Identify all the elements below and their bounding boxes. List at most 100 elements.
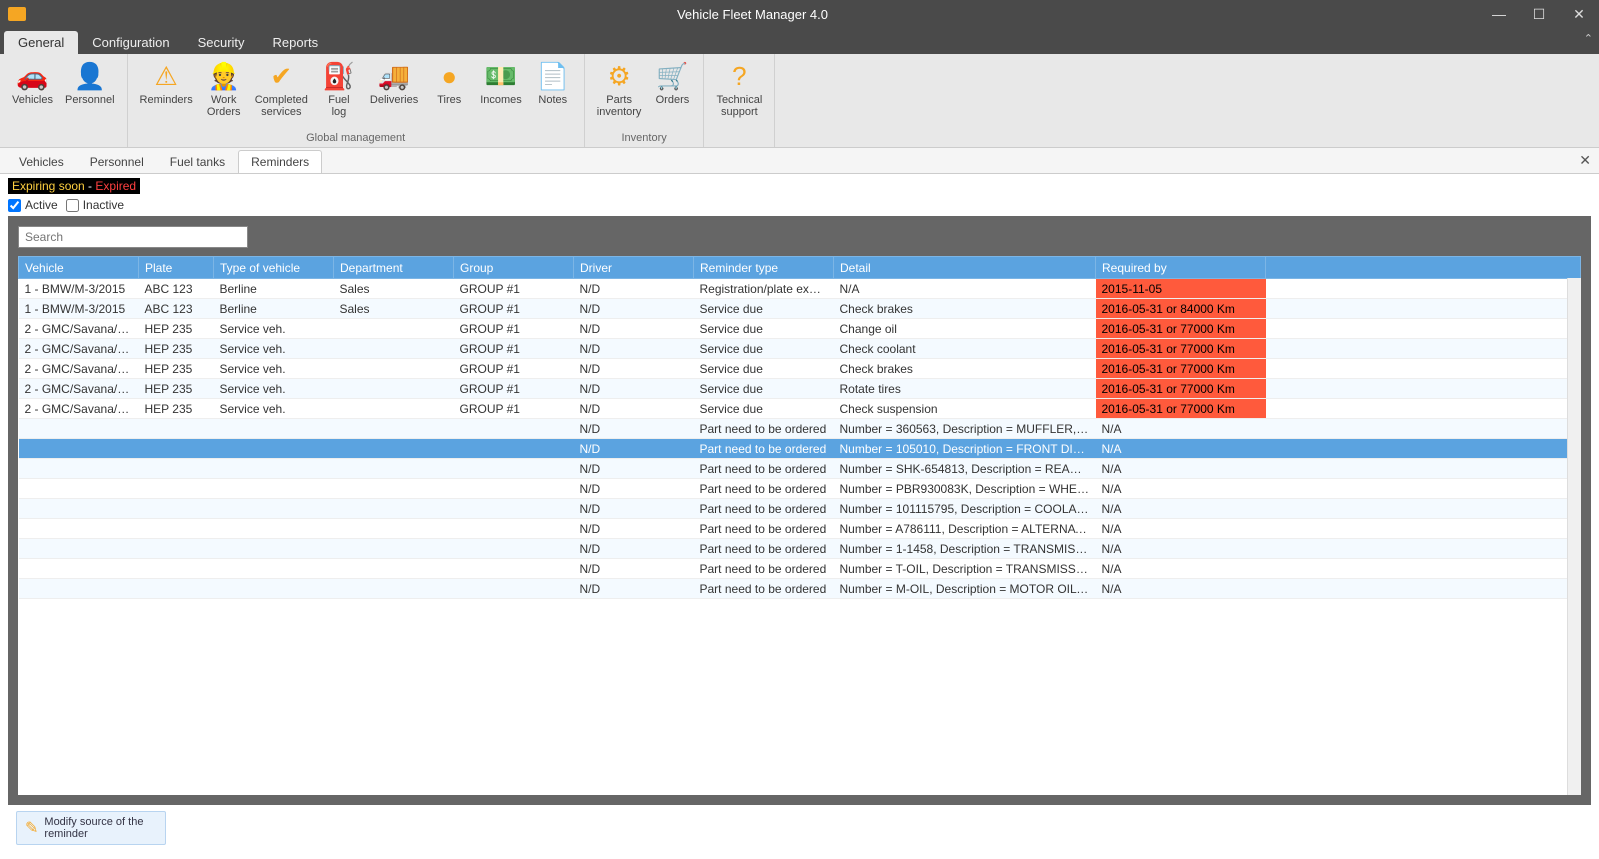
close-tab-icon[interactable]: ✕ — [1579, 152, 1591, 169]
ribbon-button-label: Vehicles — [12, 94, 53, 106]
table-row[interactable]: 2 - GMC/Savana/20...HEP 235Service veh.G… — [19, 339, 1581, 359]
column-header[interactable]: Department — [334, 257, 454, 279]
menu-tab-security[interactable]: Security — [184, 31, 259, 54]
table-row[interactable]: 2 - GMC/Savana/20...HEP 235Service veh.G… — [19, 319, 1581, 339]
cell — [214, 519, 334, 539]
menu-tab-general[interactable]: General — [4, 31, 78, 54]
ribbon-group: ?Technicalsupport — [704, 54, 775, 147]
cell: GROUP #1 — [454, 359, 574, 379]
inactive-label[interactable]: Inactive — [83, 198, 124, 212]
cell: GROUP #1 — [454, 319, 574, 339]
parts-inventory-button[interactable]: ⚙Partsinventory — [591, 58, 648, 130]
cell — [139, 479, 214, 499]
vertical-scrollbar[interactable] — [1567, 278, 1581, 795]
cell — [334, 519, 454, 539]
cell: Number = 105010, Description = FRONT DIS… — [834, 439, 1096, 459]
question-icon: ? — [723, 60, 755, 92]
table-row[interactable]: N/DPart need to be orderedNumber = 1-145… — [19, 539, 1581, 559]
cell: N/A — [1096, 579, 1266, 599]
table-row[interactable]: 2 - GMC/Savana/20...HEP 235Service veh.G… — [19, 379, 1581, 399]
cell: HEP 235 — [139, 399, 214, 419]
fuel-log-button[interactable]: ⛽Fuellog — [314, 58, 364, 130]
reminders-button[interactable]: ⚠Reminders — [134, 58, 199, 130]
window-title: Vehicle Fleet Manager 4.0 — [26, 7, 1479, 22]
table-row[interactable]: N/DPart need to be orderedNumber = T-OIL… — [19, 559, 1581, 579]
active-checkbox[interactable] — [8, 199, 21, 212]
menu-tab-configuration[interactable]: Configuration — [78, 31, 183, 54]
minimize-button[interactable]: — — [1479, 0, 1519, 28]
vehicles-button[interactable]: 🚗Vehicles — [6, 58, 59, 142]
cell: N/A — [1096, 479, 1266, 499]
cell: Berline — [214, 279, 334, 299]
tab-fuel-tanks[interactable]: Fuel tanks — [157, 150, 238, 173]
cell: N/D — [574, 499, 694, 519]
incomes-button[interactable]: 💵Incomes — [474, 58, 528, 130]
check-icon: ✔ — [265, 60, 297, 92]
cell: 2016-05-31 or 77000 Km — [1096, 399, 1266, 419]
inactive-checkbox[interactable] — [66, 199, 79, 212]
cell: N/A — [1096, 539, 1266, 559]
cell — [334, 539, 454, 559]
column-header[interactable]: Detail — [834, 257, 1096, 279]
tab-reminders[interactable]: Reminders — [238, 150, 322, 173]
cell: N/D — [574, 459, 694, 479]
ribbon-group: ⚠Reminders👷WorkOrders✔Completedservices⛽… — [128, 54, 585, 147]
table-row[interactable]: N/DPart need to be orderedNumber = 10501… — [19, 439, 1581, 459]
tires-button[interactable]: ●Tires — [424, 58, 474, 130]
cell: 2016-05-31 or 77000 Km — [1096, 339, 1266, 359]
column-header[interactable]: Driver — [574, 257, 694, 279]
cell — [334, 479, 454, 499]
cell: HEP 235 — [139, 319, 214, 339]
table-row[interactable]: 1 - BMW/M-3/2015ABC 123BerlineSalesGROUP… — [19, 279, 1581, 299]
completed-services-button[interactable]: ✔Completedservices — [249, 58, 314, 130]
table-row[interactable]: N/DPart need to be orderedNumber = SHK-6… — [19, 459, 1581, 479]
column-header[interactable]: Required by — [1096, 257, 1266, 279]
column-header[interactable]: Group — [454, 257, 574, 279]
column-header[interactable]: Reminder type — [694, 257, 834, 279]
column-header[interactable] — [1266, 257, 1581, 279]
cell: 2 - GMC/Savana/20... — [19, 379, 139, 399]
table-row[interactable]: 1 - BMW/M-3/2015ABC 123BerlineSalesGROUP… — [19, 299, 1581, 319]
ribbon-button-label: Completedservices — [255, 94, 308, 118]
app-icon — [8, 7, 26, 21]
column-header[interactable]: Type of vehicle — [214, 257, 334, 279]
close-button[interactable]: ✕ — [1559, 0, 1599, 28]
cell — [19, 419, 139, 439]
orders-button[interactable]: 🛒Orders — [647, 58, 697, 130]
cell — [19, 439, 139, 459]
cell — [1266, 439, 1581, 459]
modify-source-button[interactable]: ✎ Modify source of the reminder — [16, 811, 166, 845]
tab-personnel[interactable]: Personnel — [77, 150, 157, 173]
notes-button[interactable]: 📄Notes — [528, 58, 578, 130]
tab-vehicles[interactable]: Vehicles — [6, 150, 77, 173]
maximize-button[interactable]: ☐ — [1519, 0, 1559, 28]
cell: GROUP #1 — [454, 339, 574, 359]
tech-support-button[interactable]: ?Technicalsupport — [710, 58, 768, 142]
cell — [139, 539, 214, 559]
cell: N/D — [574, 439, 694, 459]
cell — [214, 479, 334, 499]
menu-tab-reports[interactable]: Reports — [259, 31, 333, 54]
cell: Part need to be ordered — [694, 579, 834, 599]
column-header[interactable]: Vehicle — [19, 257, 139, 279]
active-label[interactable]: Active — [25, 198, 58, 212]
table-row[interactable]: N/DPart need to be orderedNumber = 10111… — [19, 499, 1581, 519]
table-row[interactable]: N/DPart need to be orderedNumber = M-OIL… — [19, 579, 1581, 599]
work-orders-button[interactable]: 👷WorkOrders — [199, 58, 249, 130]
cell — [454, 559, 574, 579]
cell: 2016-05-31 or 77000 Km — [1096, 319, 1266, 339]
cell: N/A — [1096, 419, 1266, 439]
table-row[interactable]: 2 - GMC/Savana/20...HEP 235Service veh.G… — [19, 359, 1581, 379]
table-row[interactable]: N/DPart need to be orderedNumber = 36056… — [19, 419, 1581, 439]
personnel-button[interactable]: 👤Personnel — [59, 58, 121, 142]
column-header[interactable]: Plate — [139, 257, 214, 279]
cell: N/A — [1096, 519, 1266, 539]
table-row[interactable]: 2 - GMC/Savana/20...HEP 235Service veh.G… — [19, 399, 1581, 419]
ribbon-expand-icon[interactable]: ⌃ — [1584, 32, 1593, 45]
table-row[interactable]: N/DPart need to be orderedNumber = PBR93… — [19, 479, 1581, 499]
table-row[interactable]: N/DPart need to be orderedNumber = A7861… — [19, 519, 1581, 539]
cell: N/D — [574, 399, 694, 419]
search-input[interactable] — [18, 226, 248, 248]
cell: Number = T-OIL, Description = TRANSMISSI… — [834, 559, 1096, 579]
deliveries-button[interactable]: 🚚Deliveries — [364, 58, 424, 130]
